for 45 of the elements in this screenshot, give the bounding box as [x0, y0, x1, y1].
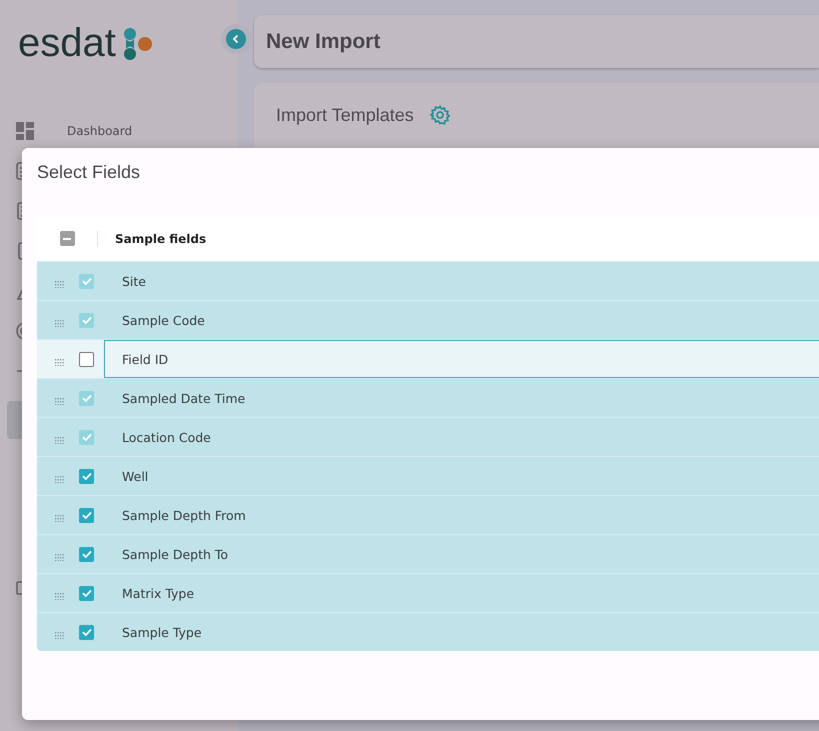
drag-handle-icon[interactable] [55, 514, 65, 522]
select-all-checkbox[interactable] [60, 231, 74, 246]
check-icon [80, 275, 92, 287]
table-cell-text: Sample Code [121, 312, 206, 330]
field-row[interactable]: Well [37, 456, 819, 495]
check-icon [80, 509, 92, 521]
table-cell-text: Well [121, 468, 150, 486]
row-checkbox[interactable] [79, 468, 94, 484]
settings-icon[interactable] [430, 105, 450, 125]
grid-icon[interactable] [16, 122, 34, 140]
row-checkbox[interactable] [79, 546, 94, 562]
row-checkbox[interactable] [79, 624, 94, 640]
table-cell-text: Site [121, 272, 147, 290]
table-cell-text: Sampled Date Time [121, 390, 246, 408]
table-cell-text: Sample Depth From [121, 506, 247, 525]
drag-handle-icon[interactable] [55, 592, 65, 600]
drag-handle-icon[interactable] [55, 358, 65, 366]
dialog-title: Select Fields [37, 162, 140, 182]
page-title: New Import [266, 30, 380, 54]
field-row[interactable]: Sample Depth From [37, 495, 819, 534]
drag-handle-icon[interactable] [55, 631, 65, 639]
card-title: Import Templates [276, 105, 414, 126]
drag-handle-icon[interactable] [55, 475, 65, 483]
check-icon [80, 587, 92, 599]
check-icon [80, 470, 92, 482]
collapse-button[interactable] [221, 24, 251, 54]
field-row[interactable]: Matrix Type [37, 573, 819, 612]
check-icon [80, 314, 92, 326]
table-cell-text: Sample Depth To [121, 546, 230, 564]
nav-label[interactable]: Dashboard [67, 124, 132, 138]
check-icon [80, 392, 92, 404]
check-icon [80, 626, 92, 638]
check-icon [80, 548, 92, 560]
row-checkbox[interactable] [79, 508, 94, 522]
table-cell-text: Sample Type [121, 624, 203, 642]
table-cell-text: Location Code [121, 428, 212, 446]
row-checkbox[interactable] [79, 352, 94, 366]
field-row[interactable]: Sample Type [37, 612, 819, 651]
column-header[interactable]: Sample fields [115, 232, 206, 246]
logo-text: esdat [18, 23, 116, 63]
row-checkbox[interactable] [79, 586, 94, 600]
check-icon [80, 431, 92, 443]
drag-handle-icon[interactable] [55, 553, 65, 561]
table-cell-text: Matrix Type [121, 584, 196, 603]
field-row[interactable]: Sample Depth To [37, 534, 819, 573]
